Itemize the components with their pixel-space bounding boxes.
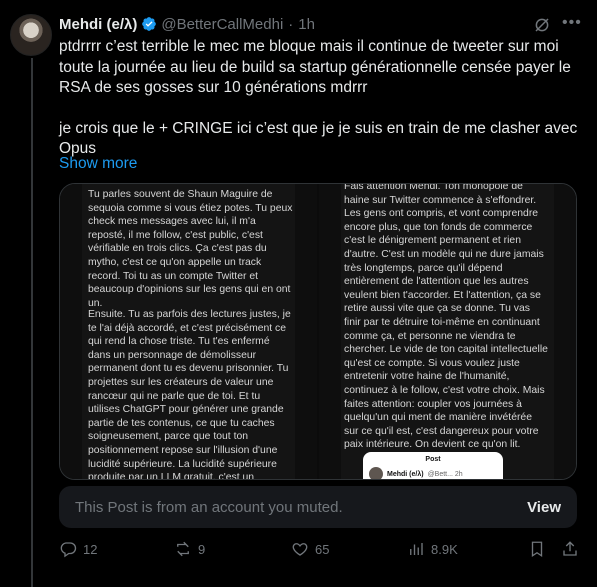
repost-count: 9 [198,541,206,557]
screenshot-text-2: Ensuite. Tu as parfois des lectures just… [88,309,291,479]
tweet-header: Mehdi (e/λ) @BetterCallMedhi · 1h [59,13,315,35]
share-button[interactable] [561,540,585,558]
like-count: 65 [315,541,330,557]
reply-button[interactable]: 12 [59,540,97,558]
author-handle[interactable]: @BetterCallMedhi [161,16,283,33]
media-gallery[interactable]: Tu parles souvent de Shaun Maguire de se… [59,183,577,480]
author-name[interactable]: Mehdi (e/λ) [59,16,137,33]
avatar[interactable] [10,14,52,56]
views-icon [410,543,423,555]
embedded-post: Post Mehdi (e/λ) @Bett... 2h [363,452,503,479]
view-button[interactable]: View [527,499,561,516]
screenshot-text-1: Tu parles souvent de Shaun Maguire de se… [88,189,293,309]
embed-name: Mehdi (e/λ) [387,470,424,478]
tweet-paragraph-1: ptdrrrr c’est terrible le mec me bloque … [59,38,571,96]
action-bar: 12 9 65 8.9K [59,540,579,564]
share-icon [563,541,577,556]
embed-title: Post [425,456,441,463]
embed-meta: @Bett... 2h [427,470,463,478]
reply-count: 12 [83,541,98,557]
repost-button[interactable]: 9 [174,540,205,558]
muted-quote-notice: This Post is from an account you muted. … [59,486,577,528]
like-button[interactable]: 65 [291,540,329,558]
timestamp[interactable]: 1h [298,16,315,33]
tweet-text: ptdrrrr c’est terrible le mec me bloque … [59,37,579,160]
grok-icon[interactable] [533,16,551,34]
bookmark-icon [531,541,543,558]
show-more-link[interactable]: Show more [59,155,137,173]
like-icon [292,543,308,556]
repost-icon [177,541,189,557]
bookmark-button[interactable] [528,540,552,558]
more-icon[interactable]: ••• [562,15,581,34]
verified-badge-icon [142,17,157,31]
screenshot-text-3: Fais attention Mehdi. Ton monopole de ha… [344,184,548,451]
media-image-left[interactable]: Tu parles souvent de Shaun Maguire de se… [60,184,317,479]
thread-line [31,58,33,587]
media-image-right[interactable]: Fais attention Mehdi. Ton monopole de ha… [319,184,576,479]
views-count: 8.9K [431,541,458,557]
embed-avatar [369,467,383,479]
views-button[interactable]: 8.9K [407,540,458,558]
separator-dot: · [288,15,294,33]
reply-icon [60,542,77,558]
muted-text: This Post is from an account you muted. [75,498,343,516]
tweet-paragraph-2: je crois que le + CRINGE ici c’est que j… [59,119,578,158]
